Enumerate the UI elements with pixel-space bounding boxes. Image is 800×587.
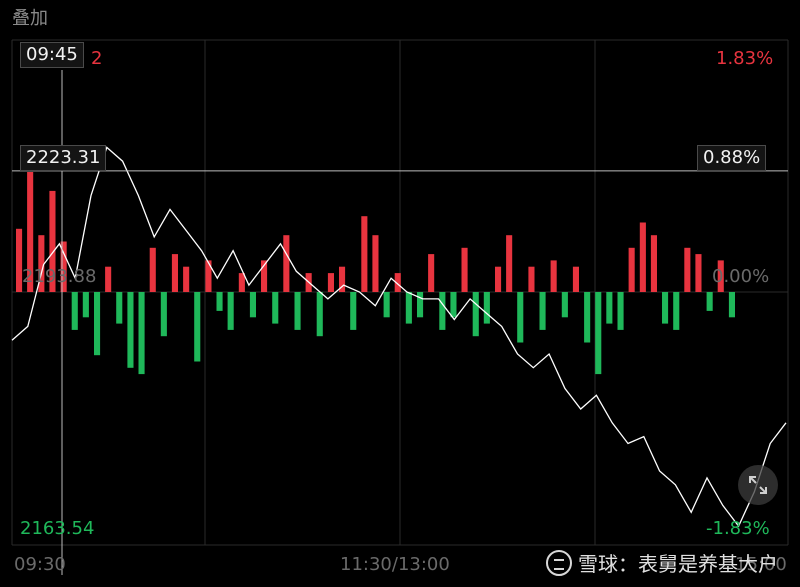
bar-down: [439, 292, 446, 330]
bar-down: [227, 292, 234, 330]
bar-up: [650, 235, 657, 292]
bar-up: [495, 266, 502, 292]
bar-up: [283, 235, 290, 292]
min-pct: -1.83%: [706, 518, 770, 539]
bar-down: [673, 292, 680, 330]
bar-down: [116, 292, 123, 324]
bar-down: [405, 292, 412, 324]
bar-down: [194, 292, 201, 362]
cursor-pct: 0.88%: [697, 145, 767, 171]
xueqiu-logo-icon: [546, 549, 572, 576]
bar-down: [82, 292, 89, 318]
watermark-text: 雪球：表舅是养基大户: [578, 552, 778, 576]
base-pct: 0.00%: [712, 266, 770, 287]
bar-up: [639, 222, 646, 292]
bar-down: [216, 292, 223, 311]
bar-up: [695, 254, 702, 292]
bar-down: [71, 292, 78, 330]
bar-up: [105, 266, 112, 292]
bar-up: [550, 260, 557, 292]
bar-down: [138, 292, 145, 375]
cursor-count: 2: [91, 48, 103, 69]
bar-up: [461, 247, 468, 292]
bar-down: [595, 292, 602, 375]
bar-up: [361, 216, 368, 292]
bar-down: [450, 292, 457, 318]
bar-down: [561, 292, 568, 318]
bar-down: [350, 292, 357, 330]
bar-up: [528, 266, 535, 292]
bar-up: [628, 247, 635, 292]
base-price: 2193.88: [22, 266, 97, 287]
bar-down: [272, 292, 279, 324]
bar-up: [428, 254, 435, 292]
bar-down: [472, 292, 479, 337]
bar-down: [160, 292, 167, 337]
time-mid: 11:30/13:00: [340, 554, 450, 575]
bar-down: [249, 292, 256, 318]
bar-down: [517, 292, 524, 343]
bar-down: [584, 292, 591, 343]
bar-up: [171, 254, 178, 292]
bar-up: [372, 235, 379, 292]
bar-down: [706, 292, 713, 311]
expand-button[interactable]: [738, 465, 778, 505]
bar-up: [183, 266, 190, 292]
bar-up: [149, 247, 156, 292]
expand-icon: [749, 476, 767, 494]
bar-up: [327, 273, 334, 292]
bar-down: [617, 292, 624, 330]
bar-down: [539, 292, 546, 330]
cursor-time: 09:45: [20, 42, 84, 68]
bar-down: [728, 292, 735, 318]
watermark: 雪球：表舅是养基大户: [546, 548, 778, 577]
bar-down: [294, 292, 301, 330]
cursor-price: 2223.31: [20, 145, 107, 171]
top-right-pct: 1.83%: [716, 48, 774, 69]
min-price: 2163.54: [20, 518, 95, 539]
bar-down: [662, 292, 669, 324]
volume-bars: [16, 172, 735, 375]
time-start: 09:30: [14, 554, 66, 575]
bar-down: [383, 292, 390, 318]
bar-down: [127, 292, 134, 368]
bar-up: [506, 235, 513, 292]
bar-down: [316, 292, 323, 337]
bar-down: [606, 292, 613, 324]
intraday-chart[interactable]: [0, 0, 800, 587]
bar-down: [483, 292, 490, 324]
bar-down: [94, 292, 101, 356]
bar-up: [572, 266, 579, 292]
bar-down: [417, 292, 424, 318]
bar-up: [684, 247, 691, 292]
